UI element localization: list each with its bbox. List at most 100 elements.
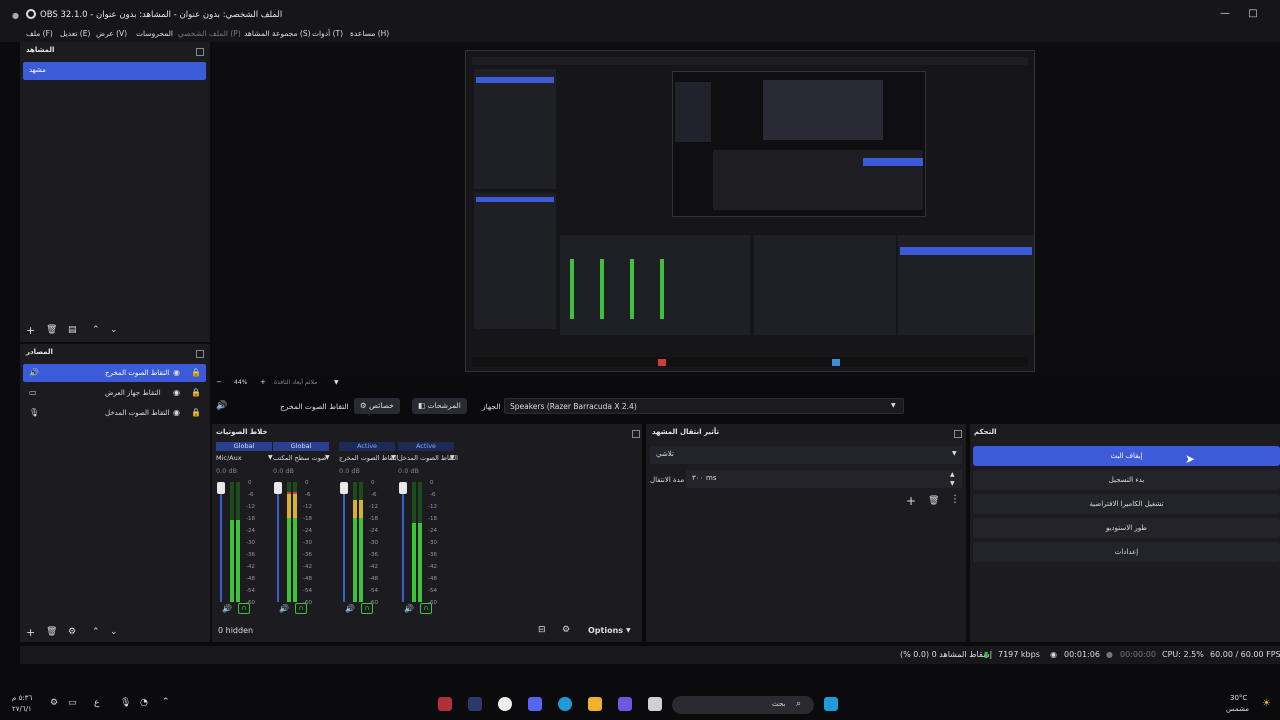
terminal-icon[interactable] (648, 697, 662, 711)
start-icon[interactable] (824, 697, 838, 711)
mute-speaker-icon[interactable]: 🔊 (345, 604, 355, 613)
chevron-down-icon[interactable]: ▼ (334, 379, 339, 386)
add-scene-icon[interactable]: + (26, 324, 35, 337)
steam-icon[interactable] (468, 697, 482, 711)
zoom-in-icon[interactable]: + (260, 378, 266, 386)
chevron-down-icon[interactable]: ▼ (325, 454, 330, 461)
add-transition-icon[interactable]: + (906, 494, 916, 508)
clock-date[interactable]: ٢٧/٦/١ (12, 705, 32, 713)
source-item[interactable]: 🔊 التقاط الصوت المخرج ◉ 🔒 (23, 364, 206, 382)
discord-icon[interactable] (528, 697, 542, 711)
move-down-icon[interactable]: ⌄ (110, 627, 118, 637)
eye-icon[interactable]: ◉ (173, 388, 180, 397)
more-options-icon[interactable]: ⋮ (950, 494, 960, 505)
stepper-up-icon[interactable]: ▲ (950, 471, 955, 478)
microphone-icon[interactable]: 🎙 (120, 698, 131, 708)
mute-speaker-icon[interactable]: 🔊 (404, 604, 414, 613)
options-button[interactable]: Options (588, 626, 623, 635)
network-icon[interactable]: ▭ (68, 698, 77, 708)
monitor-headphones-icon[interactable]: ∩ (420, 603, 432, 614)
gear-icon[interactable]: ⚙ (562, 625, 570, 635)
fader-handle[interactable] (399, 482, 407, 494)
search-box[interactable]: بحث ⌕ (672, 696, 814, 714)
move-down-icon[interactable]: ⌄ (110, 325, 118, 335)
monitor-headphones-icon[interactable]: ∩ (295, 603, 307, 614)
stop-streaming-button[interactable]: إيقاف البث (973, 446, 1280, 466)
source-item[interactable]: ▭ التقاط جهاز العرض ◉ 🔒 (23, 384, 206, 402)
program-preview[interactable] (465, 50, 1035, 372)
menu-item[interactable]: مجموعة المشاهد (S) (244, 29, 311, 38)
add-source-icon[interactable]: + (26, 626, 35, 639)
copilot-icon[interactable] (618, 697, 632, 711)
chevron-down-icon[interactable]: ▼ (450, 454, 455, 461)
chevron-down-icon[interactable]: ▼ (391, 454, 396, 461)
stepper-down-icon[interactable]: ▼ (950, 480, 955, 487)
transition-select[interactable]: تلاشي ▼ (650, 446, 962, 464)
volume-fader[interactable] (402, 482, 404, 602)
remove-source-icon[interactable]: 🗑 (46, 627, 57, 637)
mute-speaker-icon[interactable]: 🔊 (222, 604, 232, 613)
fader-handle[interactable] (340, 482, 348, 494)
lock-icon[interactable]: 🔒 (191, 368, 201, 377)
dock-float-icon[interactable] (196, 48, 204, 56)
fader-handle[interactable] (274, 482, 282, 494)
menu-item[interactable]: أدوات (T) (312, 29, 343, 38)
settings-icon[interactable]: ⚙ (50, 698, 58, 708)
menu-item[interactable]: الملف الشخصي (P) (178, 29, 241, 38)
menu-item[interactable]: تعديل (E) (60, 29, 90, 38)
minimize-icon[interactable]: — (1218, 8, 1232, 20)
monitor-headphones-icon[interactable]: ∩ (238, 603, 250, 614)
properties-button[interactable]: ⚙ خصائص (354, 398, 400, 414)
weather-temp[interactable]: 30°C (1230, 694, 1247, 702)
volume-fader[interactable] (343, 482, 345, 602)
start-recording-button[interactable]: بدء التسجيل (973, 470, 1280, 490)
volume-fader[interactable] (277, 482, 279, 602)
title-bar: ● OBS 32.1.0 - الملف الشخصي: بدون عنوان … (0, 0, 1280, 28)
volume-fader[interactable] (220, 482, 222, 602)
remove-transition-icon[interactable]: 🗑 (928, 496, 939, 506)
source-item[interactable]: 🎙 التقاط الصوت المدخل ◉ 🔒 (23, 404, 206, 422)
remove-scene-icon[interactable]: 🗑 (46, 325, 57, 335)
file-explorer-icon[interactable] (588, 697, 602, 711)
zoom-out-icon[interactable]: − (216, 378, 222, 386)
chevron-down-icon[interactable]: ▼ (268, 454, 273, 461)
app-icon[interactable] (438, 697, 452, 711)
duration-spinbox[interactable]: ٣٠٠ ms ▲ ▼ (686, 470, 962, 488)
scene-filters-icon[interactable]: ▤ (68, 325, 77, 335)
source-settings-icon[interactable]: ⚙ (68, 627, 76, 637)
edge-icon[interactable] (558, 697, 572, 711)
device-select[interactable]: Speakers (Razer Barracuda X 2.4) ▼ (504, 398, 904, 414)
menu-item[interactable]: مساعدة (H) (350, 29, 389, 38)
chevron-down-icon[interactable]: ▼ (626, 627, 631, 634)
eye-icon[interactable]: ◉ (173, 368, 180, 377)
sun-icon: ☀ (1262, 698, 1271, 709)
dock-float-icon[interactable] (954, 430, 962, 438)
studio-mode-button[interactable]: طور الاستوديو (973, 518, 1280, 538)
obs-icon[interactable] (498, 697, 512, 711)
menu-item[interactable]: المحروسات (136, 29, 173, 38)
filters-button[interactable]: ◧ المرشحات (412, 398, 467, 414)
menu-item[interactable]: ملف (F) (26, 29, 53, 38)
eye-icon[interactable]: ◉ (173, 408, 180, 417)
wifi-icon[interactable]: ◔ (140, 698, 148, 708)
maximize-icon[interactable]: □ (1246, 8, 1260, 20)
move-up-icon[interactable]: ⌃ (92, 627, 100, 637)
monitor-headphones-icon[interactable]: ∩ (361, 603, 373, 614)
fader-handle[interactable] (217, 482, 225, 494)
tray-chevron-icon[interactable]: ⌃ (162, 697, 170, 707)
lock-icon[interactable]: 🔒 (191, 408, 201, 417)
fit-label[interactable]: ملائم أبعاد النافذة (274, 379, 317, 386)
lock-icon[interactable]: 🔒 (191, 388, 201, 397)
clock-time[interactable]: ٥:٣٦ م (12, 694, 32, 702)
dock-float-icon[interactable] (196, 350, 204, 358)
layout-icon[interactable]: ⊟ (538, 625, 546, 635)
language-icon[interactable]: ع (94, 698, 99, 708)
scene-item[interactable]: مشهد (23, 62, 206, 80)
virtual-camera-button[interactable]: تشغيل الكاميرا الافتراضية (973, 494, 1280, 514)
settings-button[interactable]: إعدادات (973, 542, 1280, 562)
move-up-icon[interactable]: ⌃ (92, 325, 100, 335)
menu-item[interactable]: عرض (V) (96, 29, 127, 38)
dock-float-icon[interactable] (632, 430, 640, 438)
mute-speaker-icon[interactable]: 🔊 (279, 604, 289, 613)
weather-desc[interactable]: مشمس (1226, 705, 1249, 713)
